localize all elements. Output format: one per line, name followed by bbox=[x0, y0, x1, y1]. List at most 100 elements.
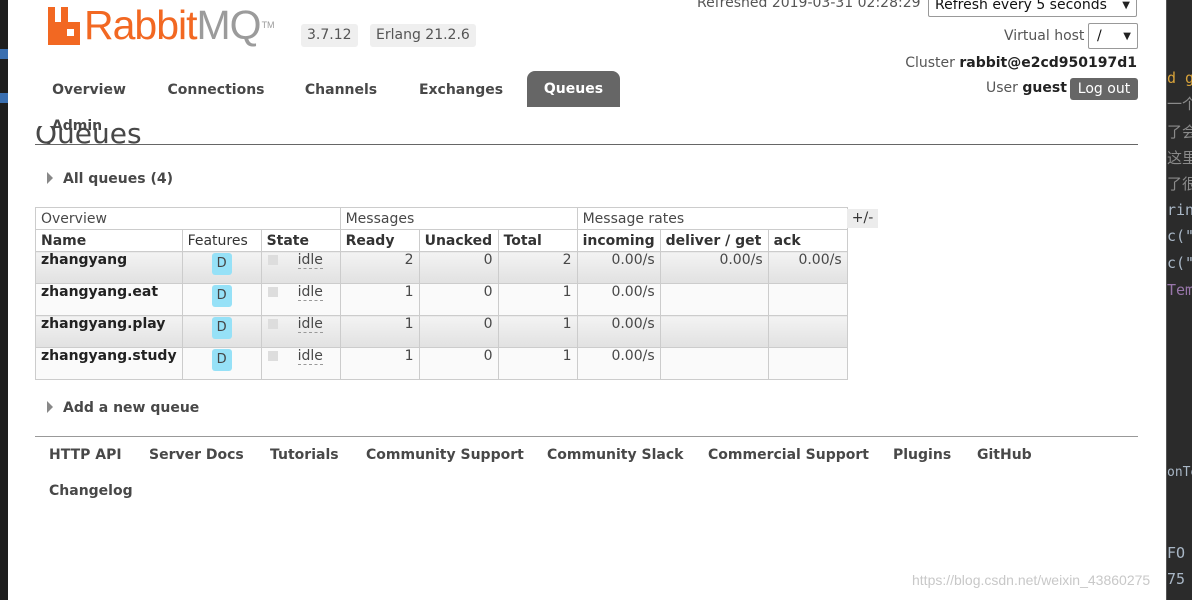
column-header-total[interactable]: Total bbox=[497, 229, 578, 252]
column-header-ack[interactable]: ack bbox=[767, 229, 848, 252]
user-info: User guest bbox=[986, 80, 1067, 96]
unacked-count: 0 bbox=[418, 283, 499, 316]
tab-connections[interactable]: Connections bbox=[154, 72, 278, 108]
add-queue-toggle[interactable]: Add a new queue bbox=[47, 400, 199, 416]
editor-text-fragment: c("r bbox=[1167, 254, 1192, 272]
state-indicator-icon bbox=[267, 351, 278, 361]
column-header-incoming[interactable]: incoming bbox=[576, 229, 661, 252]
footer-link-plugins[interactable]: Plugins bbox=[893, 447, 951, 463]
state-cell: idle bbox=[260, 283, 341, 316]
virtual-host-label: Virtual host bbox=[1004, 28, 1085, 44]
refresh-interval-select[interactable]: Refresh every 5 seconds ▼ bbox=[928, 0, 1137, 17]
tab-channels[interactable]: Channels bbox=[293, 72, 389, 108]
refreshed-timestamp: Refreshed 2019-03-31 02:28:29 bbox=[697, 0, 921, 11]
columns-toggle-button[interactable]: +/- bbox=[847, 209, 878, 228]
group-header-messages: Messages bbox=[339, 207, 578, 230]
table-column-header-row: Name Features State Ready Unacked Total … bbox=[35, 229, 848, 252]
editor-text-fragment: 了很 bbox=[1167, 175, 1192, 193]
footer-link-http-api[interactable]: HTTP API bbox=[49, 447, 122, 463]
state-cell: idle bbox=[260, 347, 341, 380]
total-count: 1 bbox=[497, 283, 578, 316]
tab-overview[interactable]: Overview bbox=[40, 72, 138, 108]
durable-badge[interactable]: D bbox=[211, 285, 232, 307]
incoming-rate: 0.00/s bbox=[576, 251, 661, 284]
queue-name-link[interactable]: zhangyang.eat bbox=[35, 283, 183, 316]
expand-arrow-icon bbox=[47, 401, 53, 413]
rabbit-logo-icon bbox=[48, 7, 80, 45]
rabbitmq-logo[interactable]: RabbitMQTM bbox=[48, 3, 275, 47]
unacked-count: 0 bbox=[418, 251, 499, 284]
editor-text-fragment: Temp bbox=[1167, 281, 1192, 299]
incoming-rate: 0.00/s bbox=[576, 315, 661, 348]
ack-rate bbox=[767, 347, 848, 380]
durable-badge[interactable]: D bbox=[211, 253, 232, 275]
ack-rate bbox=[767, 283, 848, 316]
column-header-state[interactable]: State bbox=[260, 229, 341, 252]
state-cell: idle bbox=[260, 315, 341, 348]
features-cell: D bbox=[181, 251, 262, 284]
deliver-rate bbox=[659, 347, 769, 380]
background-marker bbox=[0, 93, 8, 103]
durable-badge[interactable]: D bbox=[211, 349, 232, 371]
deliver-rate: 0.00/s bbox=[659, 251, 769, 284]
dropdown-arrow-icon: ▼ bbox=[1122, 0, 1130, 11]
footer-link-tutorials[interactable]: Tutorials bbox=[270, 447, 339, 463]
state-label[interactable]: idle bbox=[297, 284, 323, 301]
column-header-ready[interactable]: Ready bbox=[339, 229, 420, 252]
cluster-name: rabbit@e2cd950197d1 bbox=[959, 55, 1137, 71]
features-cell: D bbox=[181, 347, 262, 380]
state-indicator-icon bbox=[267, 287, 278, 297]
background-marker bbox=[0, 49, 8, 59]
queue-name-link[interactable]: zhangyang.study bbox=[35, 347, 183, 380]
csdn-watermark: https://blog.csdn.net/weixin_43860275 bbox=[912, 572, 1151, 588]
ack-rate bbox=[767, 315, 848, 348]
queue-name-link[interactable]: zhangyang.play bbox=[35, 315, 183, 348]
state-label[interactable]: idle bbox=[297, 316, 323, 333]
table-row[interactable]: zhangyang D idle 2 0 2 0.00/s 0.00/s 0.0… bbox=[35, 251, 848, 284]
total-count: 1 bbox=[497, 315, 578, 348]
ready-count: 1 bbox=[339, 347, 420, 380]
total-count: 2 bbox=[497, 251, 578, 284]
cluster-info: Cluster rabbit@e2cd950197d1 bbox=[905, 55, 1137, 71]
erlang-version-badge: Erlang 21.2.6 bbox=[370, 24, 476, 47]
state-label[interactable]: idle bbox=[297, 348, 323, 365]
state-cell: idle bbox=[260, 251, 341, 284]
column-header-name[interactable]: Name bbox=[35, 229, 183, 252]
table-row[interactable]: zhangyang.play D idle 1 0 1 0.00/s bbox=[35, 315, 848, 348]
footer-link-changelog[interactable]: Changelog bbox=[49, 483, 133, 499]
editor-text-fragment: 了会 bbox=[1167, 123, 1192, 141]
column-header-features: Features bbox=[181, 229, 262, 252]
durable-badge[interactable]: D bbox=[211, 317, 232, 339]
deliver-rate bbox=[659, 315, 769, 348]
ack-rate: 0.00/s bbox=[767, 251, 848, 284]
table-row[interactable]: zhangyang.study D idle 1 0 1 0.00/s bbox=[35, 347, 848, 380]
logout-button[interactable]: Log out bbox=[1070, 78, 1138, 100]
editor-text-fragment: 75 bbox=[1167, 570, 1186, 588]
editor-text-fragment: onTe bbox=[1167, 465, 1192, 480]
editor-text-fragment: d gu bbox=[1167, 69, 1192, 87]
footer-link-community-support[interactable]: Community Support bbox=[366, 447, 524, 463]
state-label[interactable]: idle bbox=[297, 252, 323, 269]
version-badge: 3.7.12 bbox=[301, 24, 358, 47]
table-row[interactable]: zhangyang.eat D idle 1 0 1 0.00/s bbox=[35, 283, 848, 316]
footer-link-commercial-support[interactable]: Commercial Support bbox=[708, 447, 869, 463]
footer-link-server-docs[interactable]: Server Docs bbox=[149, 447, 244, 463]
features-cell: D bbox=[181, 283, 262, 316]
column-header-deliver-get[interactable]: deliver / get bbox=[659, 229, 769, 252]
nav-divider bbox=[35, 144, 1138, 145]
editor-text-fragment: 这里 bbox=[1167, 149, 1192, 167]
state-indicator-icon bbox=[267, 255, 278, 265]
tab-exchanges[interactable]: Exchanges bbox=[405, 72, 517, 108]
editor-text-fragment: FO bbox=[1167, 544, 1186, 562]
footer-link-community-slack[interactable]: Community Slack bbox=[547, 447, 683, 463]
group-header-overview: Overview bbox=[35, 207, 341, 230]
queue-name-link[interactable]: zhangyang bbox=[35, 251, 183, 284]
ready-count: 2 bbox=[339, 251, 420, 284]
incoming-rate: 0.00/s bbox=[576, 347, 661, 380]
footer-link-github[interactable]: GitHub bbox=[977, 447, 1032, 463]
column-header-unacked[interactable]: Unacked bbox=[418, 229, 499, 252]
tab-queues[interactable]: Queues bbox=[527, 71, 620, 107]
virtual-host-select[interactable]: / ▼ bbox=[1088, 23, 1138, 49]
all-queues-toggle[interactable]: All queues (4) bbox=[47, 171, 173, 187]
expand-arrow-icon bbox=[47, 172, 53, 184]
